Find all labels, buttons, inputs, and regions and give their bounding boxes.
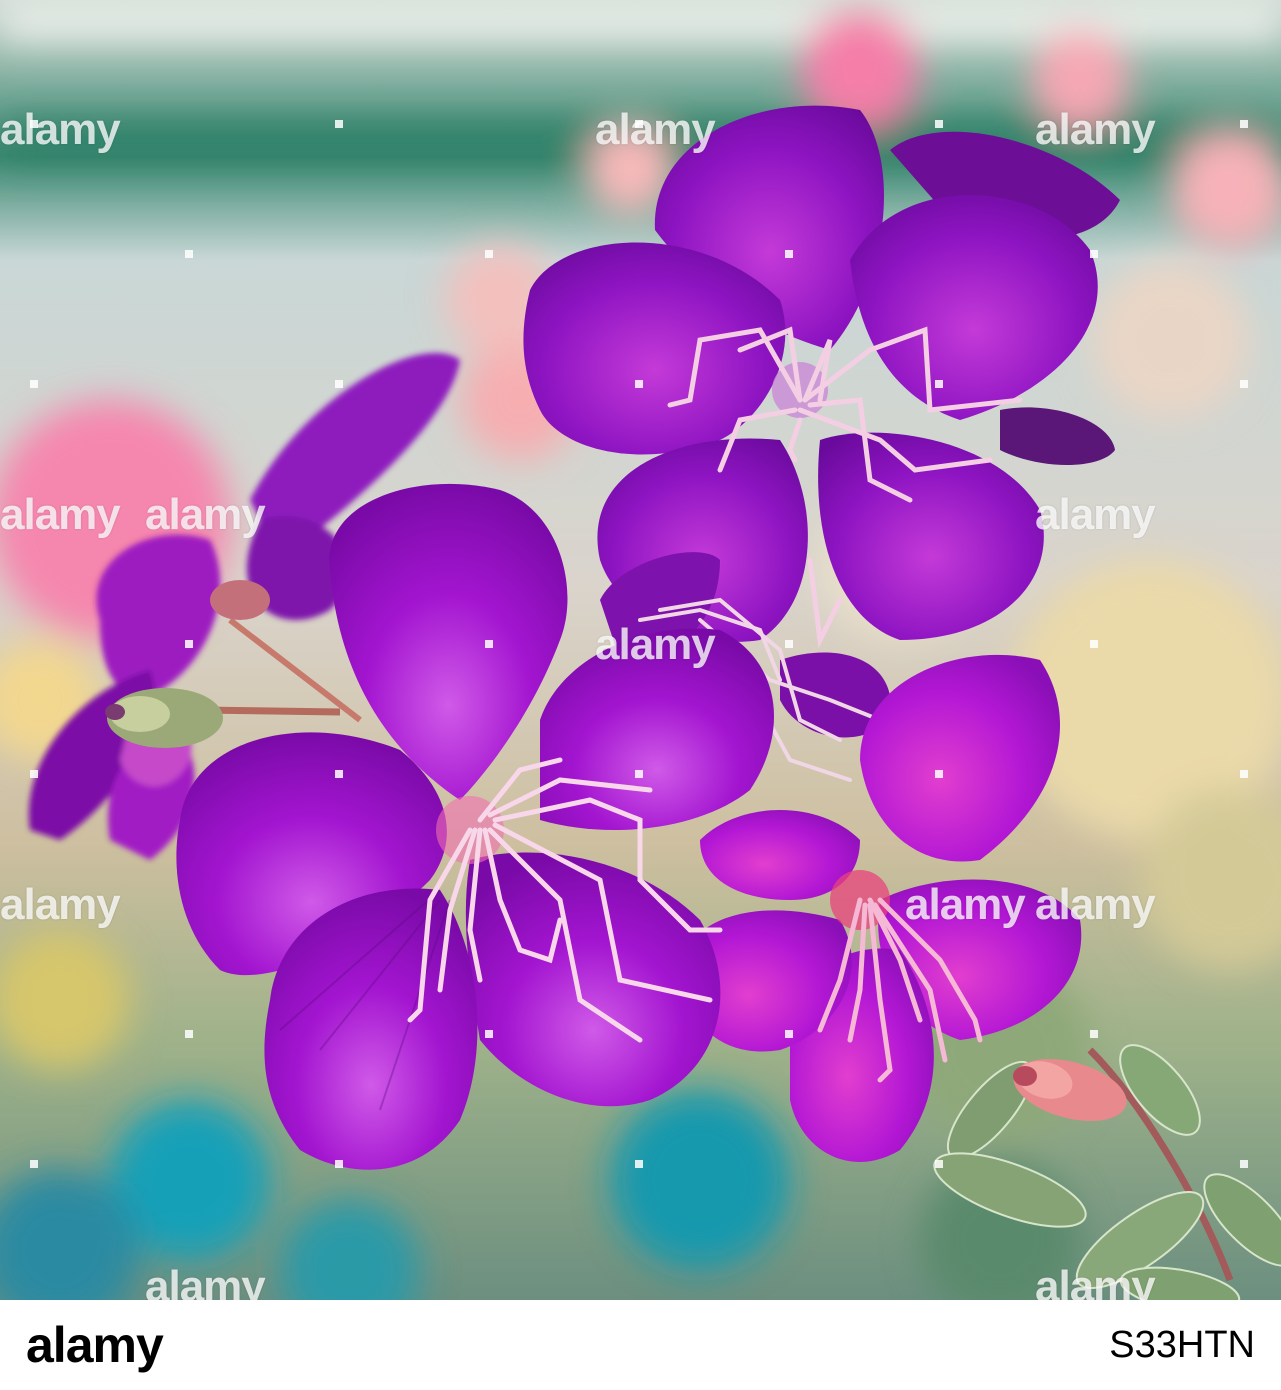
watermark-mark bbox=[1090, 250, 1098, 258]
image-id: S33HTN bbox=[1109, 1323, 1255, 1366]
watermark-mark bbox=[1240, 380, 1248, 388]
watermark-mark bbox=[1240, 1160, 1248, 1168]
watermark-text: alamy bbox=[1035, 105, 1156, 154]
watermark-text: alamy bbox=[145, 1262, 266, 1300]
logo-text: alamy bbox=[26, 1317, 164, 1373]
watermark-text: alamy bbox=[1035, 880, 1156, 929]
watermark-text: alamy bbox=[595, 620, 716, 669]
watermark-mark bbox=[485, 640, 493, 648]
watermark-mark bbox=[1240, 120, 1248, 128]
watermark-mark bbox=[185, 640, 193, 648]
watermark-mark bbox=[485, 250, 493, 258]
watermark-mark bbox=[635, 1160, 643, 1168]
watermark-text: alamy bbox=[0, 880, 121, 929]
watermark-mark bbox=[785, 1030, 793, 1038]
watermark-mark bbox=[1090, 640, 1098, 648]
stock-photo-frame: alamy alamy alamy alamy alamy alamy alam… bbox=[0, 0, 1281, 1390]
watermark-mark bbox=[635, 770, 643, 778]
watermark-mark bbox=[935, 770, 943, 778]
watermark-mark bbox=[935, 1160, 943, 1168]
watermark-mark bbox=[935, 380, 943, 388]
watermark-mark bbox=[30, 120, 38, 128]
watermark-text: alamy bbox=[1035, 1262, 1156, 1300]
watermark-mark bbox=[635, 380, 643, 388]
watermark-mark bbox=[335, 1160, 343, 1168]
watermark-mark bbox=[785, 640, 793, 648]
watermark-text: alamy bbox=[905, 880, 1026, 929]
watermark-mark bbox=[335, 380, 343, 388]
watermark-text: alamy bbox=[1035, 490, 1156, 539]
watermark-mark bbox=[185, 1030, 193, 1038]
watermark-mark bbox=[30, 1160, 38, 1168]
watermark-mark bbox=[30, 380, 38, 388]
watermark-mark bbox=[785, 250, 793, 258]
watermark-mark bbox=[635, 120, 643, 128]
watermark-mark bbox=[1090, 1030, 1098, 1038]
watermark-text: alamy bbox=[0, 490, 121, 539]
watermark-mark bbox=[1240, 770, 1248, 778]
footer-bar: alamy S33HTN bbox=[0, 1300, 1281, 1390]
watermark-mark bbox=[30, 770, 38, 778]
watermark-text: alamy bbox=[145, 490, 266, 539]
watermark-text: alamy bbox=[0, 105, 121, 154]
watermark-mark bbox=[335, 770, 343, 778]
watermark-mark bbox=[935, 120, 943, 128]
flower-photo: alamy alamy alamy alamy alamy alamy alam… bbox=[0, 0, 1281, 1300]
alamy-logo[interactable]: alamy bbox=[26, 1316, 164, 1374]
watermark-mark bbox=[485, 1030, 493, 1038]
watermark-mark bbox=[185, 250, 193, 258]
watermark-text: alamy bbox=[595, 105, 716, 154]
watermark-mark bbox=[335, 120, 343, 128]
